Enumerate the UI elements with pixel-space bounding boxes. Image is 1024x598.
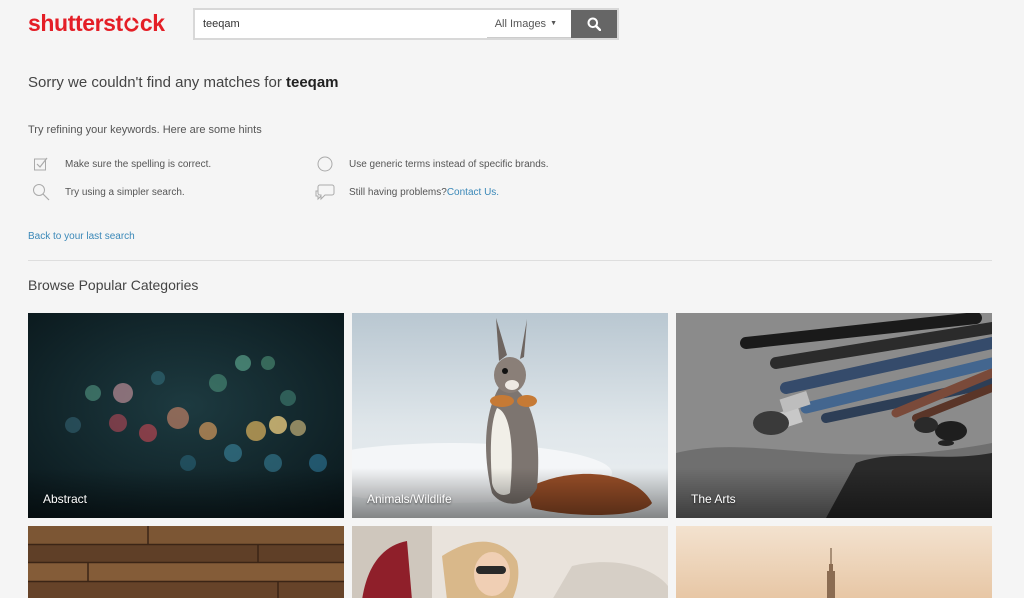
category-label: Abstract	[43, 492, 88, 506]
logo-text-start: shutterst	[28, 10, 123, 36]
search-bar: All Images ▼	[193, 8, 619, 40]
no-results-prefix: Sorry we couldn't find any matches for	[28, 74, 286, 91]
section-divider	[28, 260, 992, 261]
category-tile-the-arts[interactable]: The Arts	[676, 313, 992, 518]
category-tile-wood[interactable]	[28, 526, 344, 598]
logo-aperture-icon	[124, 11, 139, 32]
hint-spelling: Make sure the spelling is correct.	[31, 155, 211, 173]
hint-simpler-search: Try using a simpler search.	[31, 183, 185, 201]
browse-categories-title: Browse Popular Categories	[28, 277, 199, 293]
category-tile-people[interactable]	[352, 526, 668, 598]
logo-text-end: ck	[139, 10, 165, 36]
category-tile-animals-wildlife[interactable]: Animals/Wildlife	[352, 313, 668, 518]
city-skyline-image	[676, 526, 992, 598]
shutterstock-logo[interactable]: shutterst ck	[28, 10, 165, 36]
hint-text: Make sure the spelling is correct.	[65, 158, 212, 170]
contact-us-link[interactable]: Contact Us.	[447, 187, 499, 198]
search-icon	[31, 183, 51, 201]
search-type-label: All Images	[494, 17, 547, 30]
checkbox-icon	[31, 155, 51, 173]
back-to-last-search-link[interactable]: Back to your last search	[28, 231, 135, 242]
woman-in-car-image	[352, 526, 668, 598]
no-results-message: Sorry we couldn't find any matches for t…	[28, 74, 339, 91]
search-type-dropdown[interactable]: All Images ▼	[486, 10, 571, 38]
category-label: Animals/Wildlife	[367, 492, 452, 506]
search-button[interactable]	[571, 10, 617, 38]
chevron-down-icon: ▼	[550, 20, 557, 27]
search-input[interactable]	[195, 10, 487, 38]
chat-bubble-icon	[315, 183, 335, 201]
hint-text: Try using a simpler search.	[65, 186, 185, 198]
category-tile-travel[interactable]	[676, 526, 992, 598]
category-tile-abstract[interactable]: Abstract	[28, 313, 344, 518]
wood-planks-image	[28, 526, 344, 598]
hint-still-problems: Still having problems? Contact Us.	[315, 183, 499, 201]
circle-icon	[315, 155, 335, 173]
no-results-query: teeqam	[285, 74, 339, 91]
category-label: The Arts	[691, 492, 736, 506]
hint-generic-terms: Use generic terms instead of specific br…	[315, 155, 549, 173]
hints-title: Try refining your keywords. Here are som…	[28, 124, 262, 136]
hint-text: Still having problems?	[349, 186, 447, 198]
hint-text: Use generic terms instead of specific br…	[349, 158, 549, 170]
search-icon	[587, 17, 601, 31]
